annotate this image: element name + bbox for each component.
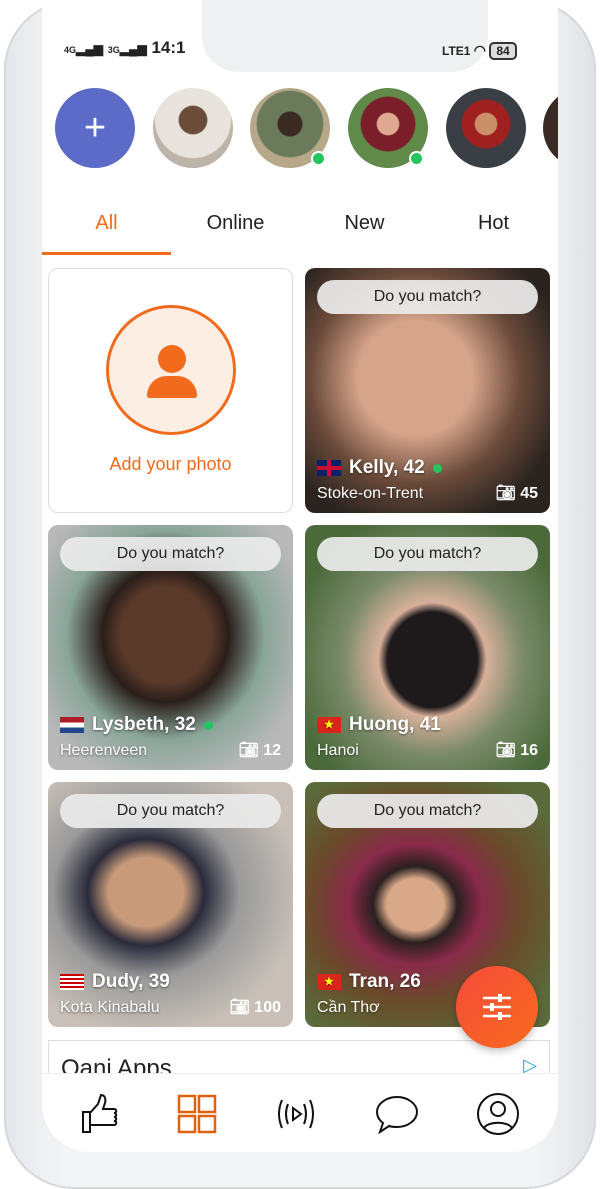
online-indicator [203,720,213,730]
volte-indicator: LTE1 [442,44,471,58]
name-age: Tran, 26 [349,971,421,992]
user-icon [106,305,236,435]
profile-name: ★ Tran, 26 [317,971,421,993]
profile-city: Hanoi [317,742,359,759]
tab-online[interactable]: Online [171,205,300,255]
profile-name: Kelly, 42 [317,457,442,479]
status-right: LTE1 ◠ 84 [442,42,517,60]
plus-icon: + [83,106,107,149]
profile-city: Stoke-on-Trent [317,485,424,502]
name-age: Lysbeth, 32 [92,714,196,735]
photo-count-value: 12 [263,742,281,759]
add-story-button[interactable]: + [55,88,135,168]
tab-hot[interactable]: Hot [429,205,558,255]
live-stream-icon[interactable] [274,1096,318,1132]
filter-tabs: All Online New Hot [42,205,558,255]
profile-card[interactable]: Do you match? ★ Huong, 41 Hanoi 📷︎ 16 [305,525,550,770]
vn-flag-icon: ★ [317,717,341,733]
photo-count-value: 16 [520,742,538,759]
vn-flag-icon: ★ [317,974,341,990]
app-screen: 4G▂▄▆ 3G▂▄▆ 14:1 LTE1 ◠ 84 + All Online … [42,0,558,1152]
camera-icon: 📷︎ [495,485,516,502]
battery-icon: 84 [489,42,517,60]
status-left: 4G▂▄▆ 3G▂▄▆ 14:1 [64,38,185,58]
filter-button[interactable] [456,966,538,1048]
signal-3g: 3G [107,45,120,55]
do-you-match-button[interactable]: Do you match? [317,537,538,571]
photo-count: 📷︎ 100 [230,997,281,1017]
stories-row: + [42,88,558,170]
profile-card[interactable]: Do you match? Kelly, 42 Stoke-on-Trent 📷… [305,268,550,513]
profile-name: Dudy, 39 [60,971,170,993]
camera-icon: 📷︎ [495,742,516,759]
do-you-match-button[interactable]: Do you match? [317,794,538,828]
profile-city: Heerenveen [60,742,148,759]
nl-flag-icon [60,717,84,733]
do-you-match-button[interactable]: Do you match? [60,794,281,828]
do-you-match-button[interactable]: Do you match? [317,280,538,314]
signal-4g: 4G [64,45,77,55]
profile-card[interactable]: Do you match? Dudy, 39 Kota Kinabalu 📷︎ … [48,782,293,1027]
my-flag-icon [60,974,84,990]
story-avatar[interactable] [543,88,558,168]
photo-count: 📷︎ 12 [238,740,281,760]
camera-icon: 📷︎ [238,742,259,759]
profile-name: ★ Huong, 41 [317,714,441,736]
uk-flag-icon [317,460,341,476]
notch [202,0,488,72]
chat-bubble-icon[interactable] [375,1094,419,1134]
online-indicator [432,463,442,473]
tab-new[interactable]: New [300,205,429,255]
signal-bars-icon: ▂▄▆ [119,42,147,56]
profile-card[interactable]: Do you match? Lysbeth, 32 Heerenveen 📷︎ … [48,525,293,770]
story-avatar[interactable] [153,88,233,168]
thumbs-up-icon[interactable] [80,1093,120,1135]
story-avatar[interactable] [446,88,526,168]
profile-city: Cần Thơ [317,999,380,1016]
do-you-match-button[interactable]: Do you match? [60,537,281,571]
bottom-nav [42,1073,558,1152]
profile-city: Kota Kinabalu [60,999,160,1016]
add-photo-card[interactable]: Add your photo [48,268,293,513]
profile-name: Lysbeth, 32 [60,714,213,736]
sliders-icon [483,994,511,1020]
photo-count: 📷︎ 16 [495,740,538,760]
name-age: Huong, 41 [349,714,441,735]
status-time: 14:1 [151,38,186,57]
signal-bars-icon: ▂▄▆ [76,42,103,56]
grid-icon[interactable] [177,1094,217,1134]
photo-count: 📷︎ 45 [495,483,538,503]
online-indicator [409,151,424,166]
tab-all[interactable]: All [42,205,171,255]
online-indicator [311,151,326,166]
photo-count-value: 45 [520,485,538,502]
name-age: Dudy, 39 [92,971,170,992]
profile-icon[interactable] [476,1092,520,1136]
camera-icon: 📷︎ [229,999,250,1016]
photo-count-value: 100 [254,999,281,1016]
add-photo-label: Add your photo [109,454,232,474]
wifi-icon: ◠ [473,42,487,58]
name-age: Kelly, 42 [349,457,425,478]
